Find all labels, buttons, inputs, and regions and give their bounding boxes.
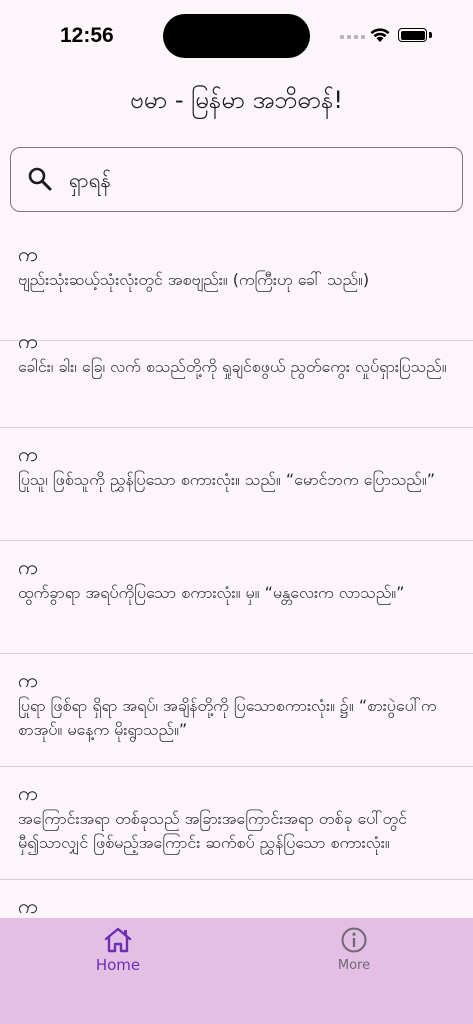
info-icon: [341, 927, 367, 953]
bottom-navigation: Home More: [0, 918, 473, 1024]
nav-more-label: More: [337, 958, 371, 973]
status-bar: 12:56: [0, 0, 473, 72]
word-headword: က: [18, 242, 38, 266]
list-item[interactable]: က ထွက်ခွာရာ အရပ်ကိုပြသော စကားလုံး။ မှ။ “…: [0, 541, 473, 654]
word-definition: ပြုရာ ဖြစ်ရာ ရှိရာ အရပ်၊ အချိန်တို့ကို ပ…: [18, 696, 437, 739]
word-headword: က: [18, 668, 38, 692]
word-headword: က: [18, 781, 38, 805]
battery-cap: [429, 32, 432, 38]
word-headword: က: [18, 555, 38, 579]
status-time: 12:56: [60, 24, 114, 47]
search-input[interactable]: [69, 164, 439, 196]
word-definition: ပြုသူ၊ ဖြစ်သူကို ညွှန်ပြသော စကားလုံး။ သည…: [18, 470, 436, 489]
word-definition: ထွက်ခွာရာ အရပ်ကိုပြသော စကားလုံး။ မှ။ “မန…: [18, 583, 405, 602]
list-item[interactable]: က ပြုရာ ဖြစ်ရာ ရှိရာ အရပ်၊ အချိန်တို့ကို…: [0, 654, 473, 767]
list-item[interactable]: က ခေါင်း၊ ခါး၊ ခြေ၊ လက် စသည်တို့ကို ရှုခ…: [0, 315, 473, 428]
list-item[interactable]: က ပြုသူ၊ ဖြစ်သူကို ညွှန်ပြသော စကားလုံး။ …: [0, 428, 473, 541]
word-definition: ခေါင်း၊ ခါး၊ ခြေ၊ လက် စသည်တို့ကို ရှုချင…: [18, 357, 447, 376]
battery-icon: [398, 28, 427, 42]
nav-home-tab[interactable]: Home: [58, 926, 178, 974]
search-icon: [28, 167, 52, 191]
list-item[interactable]: က အကြောင်းအရာ တစ်ခုသည် အခြားအကြောင်းအရာ …: [0, 767, 473, 880]
nav-more-tab[interactable]: More: [294, 926, 414, 973]
word-definition: အကြောင်းအရာ တစ်ခုသည် အခြားအကြောင်းအရာ တစ…: [18, 809, 407, 852]
cellular-signal-icon: [340, 35, 365, 39]
word-headword: က: [18, 329, 38, 353]
search-box[interactable]: [10, 147, 463, 212]
home-icon: [104, 927, 132, 953]
word-headword: က: [18, 442, 38, 466]
camera-notch: [163, 14, 310, 58]
wifi-icon: [370, 28, 390, 42]
word-definition: ဗျည်းသုံးဆယ့်သုံးလုံးတွင် အစဗျည်း။ (ကကြီ…: [18, 270, 370, 289]
word-headword: က: [18, 894, 38, 918]
nav-home-label: Home: [95, 956, 141, 974]
page-title: ဗမာ - မြန်မာ အဘိဓာန်!: [129, 86, 344, 114]
